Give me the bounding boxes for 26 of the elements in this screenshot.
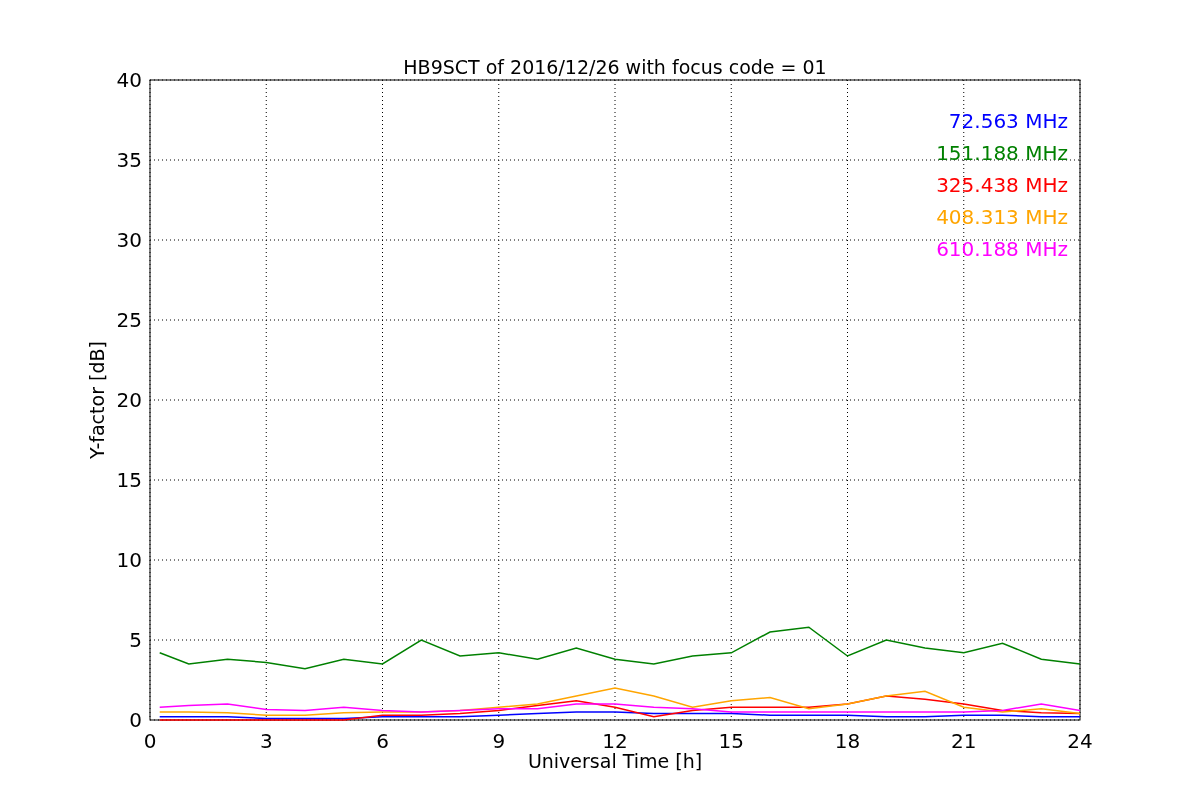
x-tick-label: 12 — [602, 729, 628, 753]
y-tick-label: 10 — [116, 548, 142, 572]
x-tick-label: 15 — [718, 729, 744, 753]
y-tick-label: 35 — [116, 148, 142, 172]
legend-label: 408.313 MHz — [936, 205, 1068, 229]
x-tick-label: 0 — [143, 729, 157, 753]
y-tick-label: 15 — [116, 468, 142, 492]
x-tick-label: 21 — [951, 729, 977, 753]
x-tick-label: 9 — [492, 729, 506, 753]
x-axis-label: Universal Time [h] — [527, 750, 703, 772]
y-tick-label: 20 — [116, 388, 142, 412]
y-tick-label: 5 — [129, 628, 142, 652]
x-tick-label: 18 — [834, 729, 861, 753]
y-tick-label: 40 — [116, 68, 142, 92]
y-tick-label: 30 — [116, 228, 142, 252]
x-tick-label: 3 — [259, 729, 273, 753]
legend-label: 325.438 MHz — [936, 173, 1068, 197]
legend-label: 151.188 MHz — [936, 141, 1068, 165]
chart-title: HB9SCT of 2016/12/26 with focus code = 01 — [403, 56, 827, 78]
legend-label: 72.563 MHz — [948, 109, 1068, 133]
y-tick-label: 0 — [129, 708, 142, 732]
y-axis-label: Y-factor [dB] — [86, 341, 108, 459]
legend-label: 610.188 MHz — [936, 237, 1068, 261]
x-tick-label: 6 — [376, 729, 389, 753]
x-tick-label: 24 — [1067, 729, 1093, 753]
y-tick-label: 25 — [116, 308, 142, 332]
